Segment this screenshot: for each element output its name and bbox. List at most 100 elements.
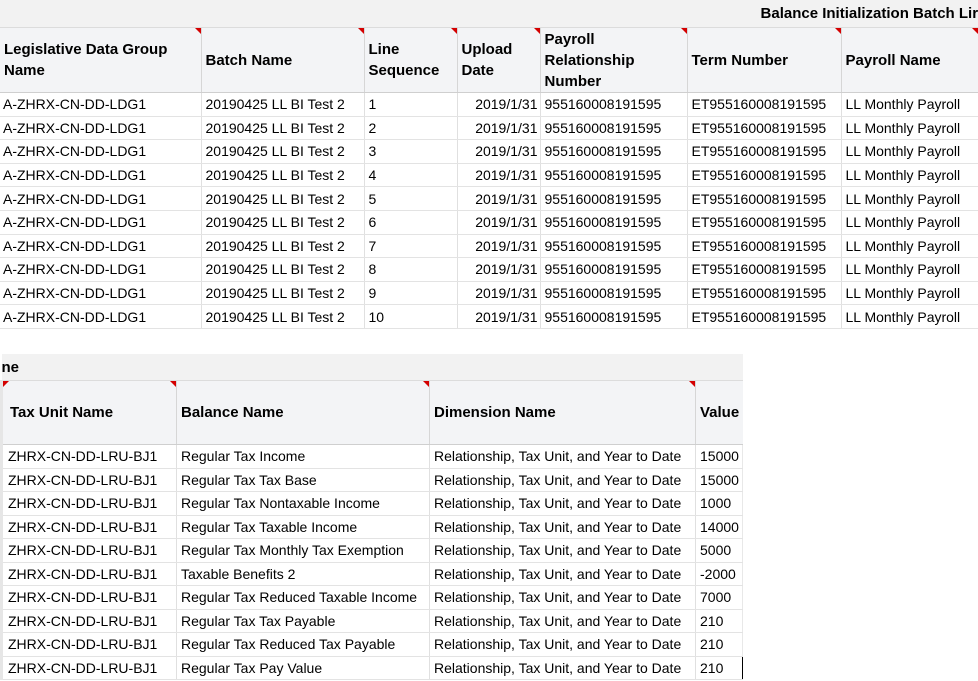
table-cell[interactable]: A-ZHRX-CN-DD-LDG1 bbox=[0, 257, 201, 282]
table-cell[interactable]: 20190425 LL BI Test 2 bbox=[200, 92, 364, 117]
table-cell[interactable]: Taxable Benefits 2 bbox=[176, 562, 430, 586]
comment-indicator-icon[interactable] bbox=[834, 28, 841, 34]
table-cell[interactable]: Relationship, Tax Unit, and Year to Date bbox=[429, 444, 696, 469]
table-cell[interactable]: LL Monthly Payroll bbox=[840, 304, 978, 329]
table-cell[interactable]: A-ZHRX-CN-DD-LDG1 bbox=[0, 186, 201, 211]
table-cell[interactable]: Regular Tax Tax Payable bbox=[176, 609, 430, 633]
comment-indicator-icon[interactable] bbox=[357, 28, 364, 34]
header-dimension-name[interactable]: Dimension Name bbox=[429, 380, 696, 445]
table-cell[interactable]: Relationship, Tax Unit, and Year to Date bbox=[429, 632, 696, 657]
table-cell[interactable]: ET955160008191595 bbox=[686, 234, 841, 259]
table-cell[interactable]: 20190425 LL BI Test 2 bbox=[200, 186, 364, 211]
table-cell[interactable]: ZHRX-CN-DD-LRU-BJ1 bbox=[0, 609, 177, 633]
table-cell[interactable]: A-ZHRX-CN-DD-LDG1 bbox=[0, 304, 201, 329]
table-cell[interactable]: A-ZHRX-CN-DD-LDG1 bbox=[0, 139, 201, 164]
table-cell[interactable]: 7000 bbox=[694, 585, 744, 610]
table-cell[interactable]: LL Monthly Payroll bbox=[840, 116, 978, 141]
table-cell[interactable]: ET955160008191595 bbox=[686, 116, 841, 141]
table-cell[interactable]: A-ZHRX-CN-DD-LDG1 bbox=[0, 210, 201, 235]
table-cell[interactable]: 1 bbox=[363, 92, 457, 117]
table-cell[interactable]: 20190425 LL BI Test 2 bbox=[200, 116, 364, 141]
table-cell[interactable]: Relationship, Tax Unit, and Year to Date bbox=[429, 585, 696, 610]
table-cell[interactable]: 2019/1/31 bbox=[456, 139, 540, 164]
table-cell[interactable]: 4 bbox=[363, 163, 457, 188]
header-balance-name[interactable]: Balance Name bbox=[176, 380, 430, 445]
table-cell[interactable]: 955160008191595 bbox=[539, 186, 687, 211]
table-cell[interactable]: Relationship, Tax Unit, and Year to Date bbox=[429, 562, 696, 586]
header-payroll-relationship-number[interactable]: Payroll Relationship Number bbox=[539, 27, 687, 93]
comment-indicator-icon[interactable] bbox=[170, 381, 176, 387]
table-cell[interactable]: Regular Tax Nontaxable Income bbox=[176, 491, 430, 516]
table-cell[interactable]: ZHRX-CN-DD-LRU-BJ1 bbox=[0, 468, 177, 492]
table-cell[interactable]: A-ZHRX-CN-DD-LDG1 bbox=[0, 116, 201, 141]
table-cell[interactable]: 20190425 LL BI Test 2 bbox=[200, 257, 364, 282]
table-cell[interactable]: LL Monthly Payroll bbox=[840, 92, 978, 117]
table-cell[interactable]: 955160008191595 bbox=[539, 257, 687, 282]
table-cell[interactable]: A-ZHRX-CN-DD-LDG1 bbox=[0, 163, 201, 188]
table-cell[interactable]: ET955160008191595 bbox=[686, 163, 841, 188]
table-cell[interactable]: 2019/1/31 bbox=[456, 304, 540, 329]
table-cell[interactable]: Regular Tax Taxable Income bbox=[176, 515, 430, 539]
header-batch-name[interactable]: Batch Name bbox=[200, 27, 364, 93]
table-cell[interactable]: LL Monthly Payroll bbox=[840, 257, 978, 282]
header-value[interactable]: Value bbox=[694, 380, 743, 445]
table-cell[interactable]: 15000 bbox=[694, 468, 744, 492]
header-term-number[interactable]: Term Number bbox=[686, 27, 841, 93]
table-cell[interactable]: 20190425 LL BI Test 2 bbox=[200, 163, 364, 188]
table-cell[interactable]: ET955160008191595 bbox=[686, 139, 841, 164]
table-cell[interactable]: LL Monthly Payroll bbox=[840, 186, 978, 211]
table-cell[interactable]: 5 bbox=[363, 186, 457, 211]
table-cell[interactable]: 210 bbox=[694, 656, 744, 680]
table-cell[interactable]: 955160008191595 bbox=[539, 92, 687, 117]
table-cell[interactable]: ET955160008191595 bbox=[686, 304, 841, 329]
table-cell[interactable]: A-ZHRX-CN-DD-LDG1 bbox=[0, 92, 201, 117]
table-cell[interactable]: ET955160008191595 bbox=[686, 210, 841, 235]
header-legislative-data-group[interactable]: Legislative Data Group Name bbox=[0, 27, 201, 93]
table-cell[interactable]: 5000 bbox=[694, 538, 744, 563]
table-cell[interactable]: 8 bbox=[363, 257, 457, 282]
table-cell[interactable]: 2019/1/31 bbox=[456, 163, 540, 188]
table-cell[interactable]: ZHRX-CN-DD-LRU-BJ1 bbox=[0, 656, 177, 680]
comment-indicator-icon[interactable] bbox=[680, 28, 687, 34]
header-tax-unit-name[interactable]: Tax Unit Name bbox=[0, 380, 177, 445]
comment-indicator-icon[interactable] bbox=[4, 381, 9, 387]
table-cell[interactable]: 2019/1/31 bbox=[456, 210, 540, 235]
comment-indicator-icon[interactable] bbox=[423, 381, 429, 387]
table-cell[interactable]: 7 bbox=[363, 234, 457, 259]
table-cell[interactable]: Regular Tax Reduced Tax Payable bbox=[176, 632, 430, 657]
table-cell[interactable]: 9 bbox=[363, 281, 457, 306]
table-cell[interactable]: Regular Tax Reduced Taxable Income bbox=[176, 585, 430, 610]
table-cell[interactable]: ZHRX-CN-DD-LRU-BJ1 bbox=[0, 444, 177, 469]
table-cell[interactable]: Regular Tax Income bbox=[176, 444, 430, 469]
table-cell[interactable]: ZHRX-CN-DD-LRU-BJ1 bbox=[0, 585, 177, 610]
table-cell[interactable]: 3 bbox=[363, 139, 457, 164]
table-cell[interactable]: LL Monthly Payroll bbox=[840, 281, 978, 306]
header-payroll-name[interactable]: Payroll Name bbox=[840, 27, 978, 93]
table-cell[interactable]: ZHRX-CN-DD-LRU-BJ1 bbox=[0, 515, 177, 539]
table-cell[interactable]: 1000 bbox=[694, 491, 744, 516]
table-cell[interactable]: ET955160008191595 bbox=[686, 257, 841, 282]
table-cell[interactable]: Regular Tax Pay Value bbox=[176, 656, 430, 680]
comment-indicator-icon[interactable] bbox=[194, 28, 201, 34]
table-cell[interactable]: 10 bbox=[363, 304, 457, 329]
table-cell[interactable]: LL Monthly Payroll bbox=[840, 234, 978, 259]
header-line-sequence[interactable]: Line Sequence bbox=[363, 27, 457, 93]
table-cell[interactable]: 20190425 LL BI Test 2 bbox=[200, 281, 364, 306]
table-cell[interactable]: 20190425 LL BI Test 2 bbox=[200, 234, 364, 259]
header-upload-date[interactable]: Upload Date bbox=[456, 27, 540, 93]
table-cell[interactable]: 20190425 LL BI Test 2 bbox=[200, 210, 364, 235]
table-cell[interactable]: A-ZHRX-CN-DD-LDG1 bbox=[0, 234, 201, 259]
table-cell[interactable]: 14000 bbox=[694, 515, 744, 539]
table-cell[interactable]: 955160008191595 bbox=[539, 304, 687, 329]
table-cell[interactable]: ZHRX-CN-DD-LRU-BJ1 bbox=[0, 491, 177, 516]
table-cell[interactable]: 20190425 LL BI Test 2 bbox=[200, 139, 364, 164]
table-cell[interactable]: Relationship, Tax Unit, and Year to Date bbox=[429, 538, 696, 563]
table-cell[interactable]: ZHRX-CN-DD-LRU-BJ1 bbox=[0, 538, 177, 563]
table-cell[interactable]: 2019/1/31 bbox=[456, 234, 540, 259]
table-cell[interactable]: ET955160008191595 bbox=[686, 281, 841, 306]
table-cell[interactable]: LL Monthly Payroll bbox=[840, 210, 978, 235]
table-cell[interactable]: 2019/1/31 bbox=[456, 92, 540, 117]
comment-indicator-icon[interactable] bbox=[533, 28, 540, 34]
table-cell[interactable]: Regular Tax Tax Base bbox=[176, 468, 430, 492]
table-cell[interactable]: Regular Tax Monthly Tax Exemption bbox=[176, 538, 430, 563]
